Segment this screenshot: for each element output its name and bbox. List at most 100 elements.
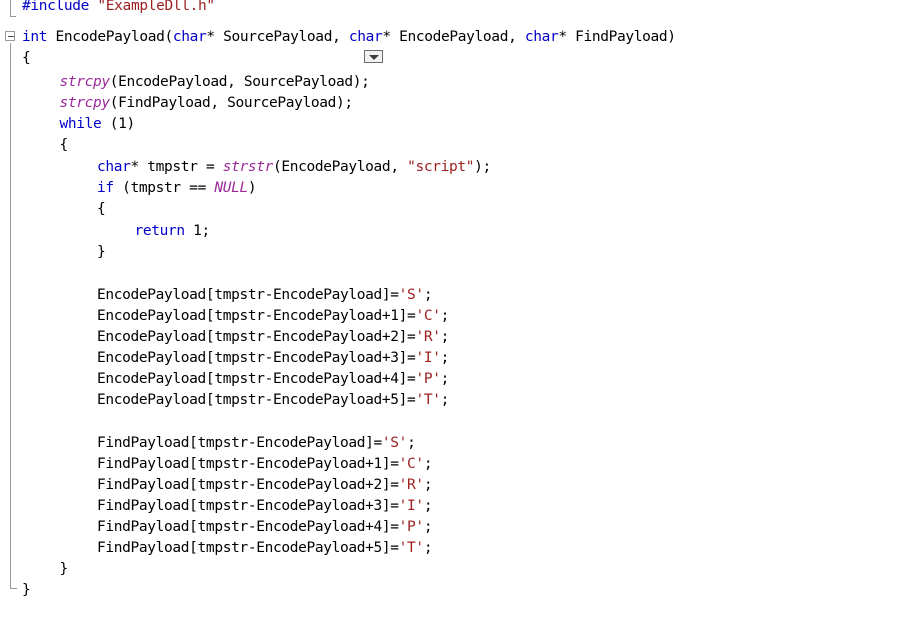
- chevron-down-icon: [369, 55, 379, 60]
- code-token-plain: EncodePayload[tmpstr-EncodePayload+3]=: [97, 350, 416, 366]
- code-token-prestr: "ExampleDll.h": [97, 0, 215, 14]
- code-token-plain: (EncodePayload, SourcePayload);: [109, 74, 370, 90]
- code-token-kw: if: [97, 180, 114, 196]
- code-line[interactable]: {: [59, 135, 69, 156]
- code-token-str: 'S': [381, 435, 408, 451]
- code-line[interactable]: while (1): [59, 114, 136, 135]
- code-token-plain: ;: [440, 392, 450, 408]
- code-token-plain: ;: [407, 435, 416, 451]
- code-line[interactable]: FindPayload[tmpstr-EncodePayload+5]='T';: [97, 538, 433, 559]
- code-token-plain: FindPayload[tmpstr-EncodePayload+2]=: [97, 477, 399, 493]
- code-line[interactable]: {: [22, 48, 31, 69]
- code-line[interactable]: #include "ExampleDll.h": [22, 0, 215, 17]
- code-token-plain: EncodePayload[tmpstr-EncodePayload+1]=: [97, 308, 416, 324]
- fold-guideline-top-foot: [10, 16, 16, 17]
- code-token-str: 'T': [415, 392, 441, 408]
- code-token-plain: ;: [440, 371, 450, 387]
- code-token-str: 'R': [415, 329, 441, 345]
- code-token-plain: }: [59, 561, 69, 577]
- code-line[interactable]: EncodePayload[tmpstr-EncodePayload+3]='I…: [97, 348, 449, 369]
- code-line[interactable]: EncodePayload[tmpstr-EncodePayload]='S';: [97, 285, 433, 306]
- code-token-str: 'C': [398, 456, 424, 472]
- code-line[interactable]: EncodePayload[tmpstr-EncodePayload+5]='T…: [97, 390, 449, 411]
- intellisense-dropdown-button[interactable]: [364, 50, 383, 63]
- code-token-str: 'P': [398, 519, 424, 535]
- code-token-plain: }: [97, 244, 106, 260]
- code-token-plain: FindPayload[tmpstr-EncodePayload+5]=: [97, 540, 399, 556]
- fold-guideline-body-foot: [10, 588, 17, 589]
- fold-guideline-top: [10, 0, 11, 17]
- code-token-plain: ;: [423, 498, 433, 514]
- collapse-toggle-icon[interactable]: [5, 31, 15, 41]
- code-token-plain: EncodePayload(: [47, 29, 174, 45]
- fold-guideline-body: [10, 43, 11, 589]
- code-token-plain: {: [22, 50, 31, 66]
- code-token-str: 'I': [398, 498, 424, 514]
- fold-margin: [0, 0, 18, 617]
- code-token-plain: (1): [101, 116, 136, 132]
- code-token-plain: FindPayload[tmpstr-EncodePayload+4]=: [97, 519, 399, 535]
- code-token-kw: char: [97, 159, 131, 175]
- code-token-plain: ;: [423, 540, 433, 556]
- code-editor[interactable]: #include "ExampleDll.h" int EncodePayload…: [0, 0, 904, 617]
- code-token-plain: * tmpstr =: [130, 159, 223, 175]
- code-token-plain: ;: [423, 287, 433, 303]
- code-token-plain: 1;: [184, 223, 210, 239]
- code-token-plain: EncodePayload[tmpstr-EncodePayload+2]=: [97, 329, 416, 345]
- code-line[interactable]: EncodePayload[tmpstr-EncodePayload+4]='P…: [97, 369, 449, 390]
- code-line[interactable]: return 1;: [134, 221, 211, 242]
- code-token-plain: ;: [440, 329, 450, 345]
- code-token-kw: while: [59, 116, 102, 132]
- code-token-plain: * EncodePayload,: [382, 29, 525, 45]
- code-token-macro: strstr: [222, 159, 274, 175]
- code-token-plain: * FindPayload): [558, 29, 676, 45]
- code-token-plain: FindPayload[tmpstr-EncodePayload]=: [97, 435, 382, 451]
- code-line[interactable]: }: [97, 242, 106, 263]
- code-token-plain: EncodePayload[tmpstr-EncodePayload+5]=: [97, 392, 416, 408]
- code-line[interactable]: FindPayload[tmpstr-EncodePayload+3]='I';: [97, 496, 433, 517]
- code-token-plain: {: [97, 201, 106, 217]
- code-line[interactable]: strcpy(EncodePayload, SourcePayload);: [60, 72, 370, 93]
- code-token-plain: (EncodePayload,: [273, 159, 408, 175]
- code-line[interactable]: char* tmpstr = strstr(EncodePayload, "sc…: [97, 157, 491, 178]
- code-token-str: 'I': [415, 350, 441, 366]
- code-token-plain: (tmpstr ==: [113, 180, 215, 196]
- code-line[interactable]: FindPayload[tmpstr-EncodePayload+4]='P';: [97, 517, 433, 538]
- code-token-plain: ;: [440, 350, 450, 366]
- code-token-str: 'C': [415, 308, 441, 324]
- code-token-plain: ;: [423, 456, 433, 472]
- code-token-kw: int: [22, 29, 48, 45]
- code-token-kw: char: [172, 29, 207, 45]
- code-token-str: 'R': [398, 477, 424, 493]
- code-token-kw: return: [134, 223, 186, 239]
- code-line[interactable]: }: [59, 559, 69, 580]
- code-line[interactable]: if (tmpstr == NULL): [97, 178, 257, 199]
- code-token-plain: ;: [423, 477, 433, 493]
- code-token-kw: char: [348, 29, 383, 45]
- code-token-str: 'P': [415, 371, 441, 387]
- code-token-plain: {: [59, 137, 69, 153]
- code-line[interactable]: EncodePayload[tmpstr-EncodePayload+1]='C…: [97, 306, 449, 327]
- code-token-macro: strcpy: [59, 95, 111, 111]
- code-token-plain: }: [22, 582, 31, 598]
- code-token-macro: strcpy: [59, 74, 111, 90]
- code-token-plain: (FindPayload, SourcePayload);: [109, 95, 353, 111]
- code-token-str: 'T': [398, 540, 424, 556]
- code-token-plain: EncodePayload[tmpstr-EncodePayload]=: [97, 287, 399, 303]
- code-token-plain: );: [474, 159, 491, 175]
- code-line[interactable]: EncodePayload[tmpstr-EncodePayload+2]='R…: [97, 327, 449, 348]
- code-token-plain: ;: [423, 519, 433, 535]
- code-line[interactable]: FindPayload[tmpstr-EncodePayload+2]='R';: [97, 475, 433, 496]
- code-line[interactable]: {: [97, 199, 106, 220]
- code-line[interactable]: int EncodePayload(char* SourcePayload, c…: [22, 27, 676, 48]
- code-token-plain: ;: [440, 308, 450, 324]
- code-line[interactable]: FindPayload[tmpstr-EncodePayload+1]='C';: [97, 454, 433, 475]
- code-token-kw: char: [524, 29, 559, 45]
- code-line[interactable]: strcpy(FindPayload, SourcePayload);: [59, 93, 354, 114]
- code-text-area[interactable]: #include "ExampleDll.h" int EncodePayload…: [18, 0, 904, 617]
- code-token-plain: FindPayload[tmpstr-EncodePayload+1]=: [97, 456, 399, 472]
- code-token-plain: EncodePayload[tmpstr-EncodePayload+4]=: [97, 371, 416, 387]
- code-line[interactable]: FindPayload[tmpstr-EncodePayload]='S';: [97, 433, 416, 454]
- code-token-plain: ): [247, 180, 257, 196]
- code-line[interactable]: }: [22, 580, 31, 601]
